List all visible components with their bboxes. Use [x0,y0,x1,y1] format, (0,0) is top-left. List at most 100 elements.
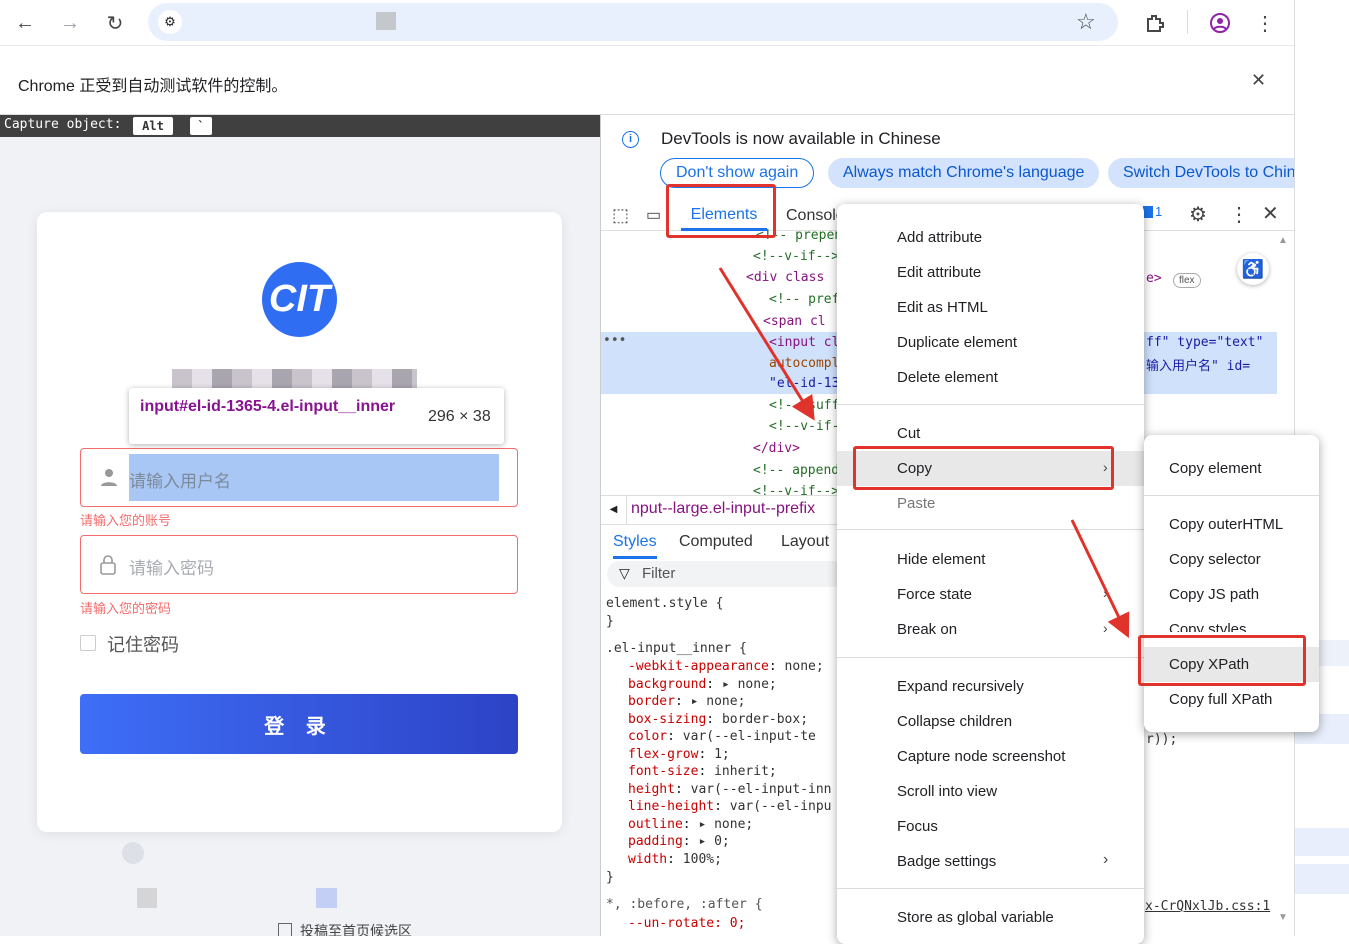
inspect-element-icon[interactable]: ⬚ [612,205,629,226]
reload-icon[interactable]: ↻ [100,8,130,38]
breadcrumb-left-icon[interactable]: ◀ [601,496,627,524]
username-field[interactable]: 请输入用户名 [80,448,518,507]
tab-console[interactable]: Console [786,207,845,225]
menu-break-on[interactable]: Break on [837,612,1144,647]
device-toolbar-icon[interactable]: ▭ [646,205,661,225]
menu-edit-attribute[interactable]: Edit attribute [837,255,1144,290]
menu-delete-element[interactable]: Delete element [837,360,1144,395]
css-property-name[interactable]: background [628,677,706,692]
element-style-rule[interactable]: element.style { [606,596,723,611]
submenu-copy-outerhtml[interactable]: Copy outerHTML [1144,507,1319,542]
after-prop[interactable]: --un-rotate: 0; [628,916,745,931]
menu-edit-as-html[interactable]: Edit as HTML [837,290,1144,325]
dom-line[interactable]: <!-- suff [769,398,839,413]
switch-devtools-language-button[interactable]: Switch DevTools to Chin [1108,158,1294,188]
css-property-value[interactable]: 100%; [683,852,722,867]
profile-icon[interactable] [1205,8,1235,38]
css-property-value[interactable]: inherit; [714,764,777,779]
css-property[interactable]: flex-grow: 1; [628,747,730,762]
css-property-name[interactable]: padding [628,834,683,849]
dom-line[interactable]: <span cl [763,314,826,329]
css-property[interactable]: box-sizing: border-box; [628,712,808,727]
dom-line[interactable]: <!-- append [753,463,839,478]
dom-line[interactable]: <input cl [769,335,839,350]
menu-scroll-into-view[interactable]: Scroll into view [837,774,1144,809]
after-selector[interactable]: *, :before, :after { [606,897,763,912]
css-property-name[interactable]: flex-grow [628,747,698,762]
submenu-copy-js-path[interactable]: Copy JS path [1144,577,1319,612]
css-property[interactable]: height: var(--el-input-inn [628,782,832,797]
dom-line[interactable]: "el-id-13 [769,376,839,391]
css-property-value[interactable]: var(--el-input-te [683,729,816,744]
forward-icon[interactable]: → [55,8,85,38]
css-property-name[interactable]: color [628,729,667,744]
dom-line[interactable]: </div> [753,441,800,456]
menu-store-as-global[interactable]: Store as global variable [837,900,1144,935]
menu-paste[interactable]: Paste [837,486,1144,521]
css-property-value[interactable]: ▸ none; [722,677,777,692]
issues-icon[interactable] [1143,206,1153,218]
css-property-value[interactable]: ▸ none; [691,694,746,709]
css-property-value[interactable]: none; [785,659,824,674]
css-property-name[interactable]: width [628,852,667,867]
menu-focus[interactable]: Focus [837,809,1144,844]
css-property[interactable]: color: var(--el-input-te [628,729,816,744]
site-info-icon[interactable]: ⚙ [158,10,182,34]
address-bar[interactable]: ⚙ ☆ [148,3,1118,41]
tab-layout[interactable]: Layout [781,533,829,551]
css-property[interactable]: width: 100%; [628,852,722,867]
banner-close-icon[interactable]: ✕ [1251,70,1266,91]
menu-force-state[interactable]: Force state [837,577,1144,612]
submenu-copy-selector[interactable]: Copy selector [1144,542,1319,577]
devtools-more-icon[interactable]: ⋮ [1229,202,1249,227]
menu-hide-element[interactable]: Hide element [837,542,1144,577]
menu-kebab-icon[interactable]: ⋮ [1250,8,1280,38]
settings-gear-icon[interactable]: ⚙ [1189,202,1207,227]
dom-line[interactable]: autocompl [769,356,839,371]
css-property-value[interactable]: var(--el-inpu [730,799,832,814]
css-property-value[interactable]: 1; [714,747,730,762]
css-property-name[interactable]: box-sizing [628,712,706,727]
submenu-copy-full-xpath[interactable]: Copy full XPath [1144,682,1319,717]
menu-collapse-children[interactable]: Collapse children [837,704,1144,739]
menu-duplicate-element[interactable]: Duplicate element [837,325,1144,360]
css-property-name[interactable]: -webkit-appearance [628,659,769,674]
css-property-name[interactable]: border [628,694,675,709]
dom-line[interactable]: <div class [746,270,824,285]
css-property-name[interactable]: outline [628,817,683,832]
submenu-copy-element[interactable]: Copy element [1144,451,1319,486]
back-icon[interactable]: ← [10,8,40,38]
menu-expand-recursively[interactable]: Expand recursively [837,669,1144,704]
css-property-name[interactable]: line-height [628,799,714,814]
dom-ellipsis[interactable]: ••• [603,333,626,348]
dom-line[interactable]: <!--v-if--> [753,249,839,264]
css-property-value[interactable]: var(--el-input-inn [691,782,832,797]
tab-computed[interactable]: Computed [679,533,753,551]
css-property[interactable]: line-height: var(--el-inpu [628,799,832,814]
rule-selector[interactable]: .el-input__inner { [606,641,747,656]
always-match-language-button[interactable]: Always match Chrome's language [828,158,1100,188]
tab-styles[interactable]: Styles [613,533,657,559]
css-property-name[interactable]: height [628,782,675,797]
menu-add-attribute[interactable]: Add attribute [837,220,1144,255]
bottom-checkbox[interactable] [278,923,292,936]
dom-line[interactable]: <!--v-if- [769,419,839,434]
styles-filter[interactable]: ▽ Filter [607,561,847,587]
dom-line[interactable]: <!-- pref [769,292,839,307]
css-property[interactable]: -webkit-appearance: none; [628,659,824,674]
bookmark-star-icon[interactable]: ☆ [1076,9,1096,35]
css-property-name[interactable]: font-size [628,764,698,779]
css-property[interactable]: border: ▸ none; [628,694,745,709]
submenu-copy-styles[interactable]: Copy styles [1144,612,1319,632]
css-property-value[interactable]: ▸ none; [698,817,753,832]
password-field[interactable]: 请输入密码 [80,535,518,594]
devtools-close-icon[interactable]: ✕ [1262,201,1279,226]
css-property-value[interactable]: border-box; [722,712,808,727]
login-button[interactable]: 登 录 [80,694,518,754]
menu-badge-settings[interactable]: Badge settings [837,844,1144,879]
remember-checkbox[interactable] [80,635,96,651]
flex-badge[interactable]: flex [1173,273,1201,288]
css-property-value[interactable]: ▸ 0; [698,834,729,849]
css-property[interactable]: font-size: inherit; [628,764,777,779]
extensions-icon[interactable] [1140,8,1170,38]
